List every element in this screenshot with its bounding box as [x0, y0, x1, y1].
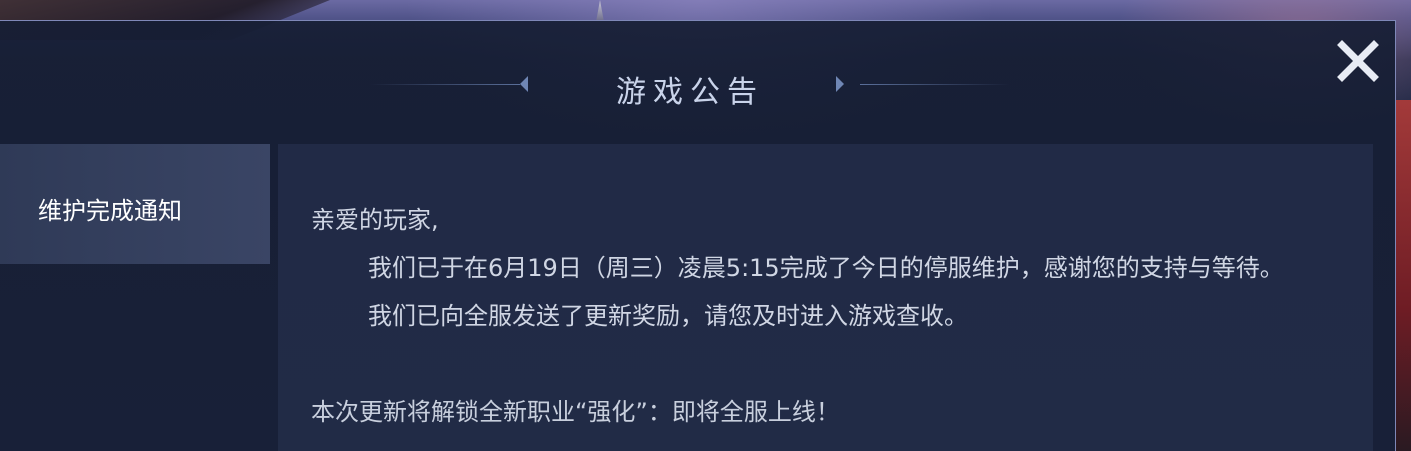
background-right-edge — [1395, 100, 1411, 451]
dialog-title: 游戏公告 — [616, 75, 764, 110]
announcement-content-panel[interactable]: 亲爱的玩家, 我们已于在6月19日（周三）凌晨5:15完成了今日的停服维护，感谢… — [278, 144, 1373, 451]
close-button[interactable] — [1334, 39, 1382, 83]
announcement-greeting: 亲爱的玩家, — [311, 206, 439, 234]
announcement-paragraph-2: 我们已向全服发送了更新奖励，请您及时进入游戏查收。 — [368, 302, 968, 330]
title-decoration-right-arrow-icon — [836, 76, 844, 92]
announcement-body: 亲爱的玩家, 我们已于在6月19日（周三）凌晨5:15完成了今日的停服维护，感谢… — [311, 196, 1341, 436]
sidebar-item-maintenance-notice[interactable]: 维护完成通知 — [0, 144, 270, 264]
close-icon — [1337, 40, 1379, 82]
title-decoration-right-line — [860, 84, 1010, 85]
sidebar-item-label: 维护完成通知 — [38, 197, 182, 225]
announcement-paragraph-1: 我们已于在6月19日（周三）凌晨5:15完成了今日的停服维护，感谢您的支持与等待… — [368, 254, 1284, 282]
announcement-paragraph-3: 本次更新将解锁全新职业“强化”：即将全服上线！ — [311, 398, 840, 426]
dialog-header: 游戏公告 — [370, 65, 1010, 110]
